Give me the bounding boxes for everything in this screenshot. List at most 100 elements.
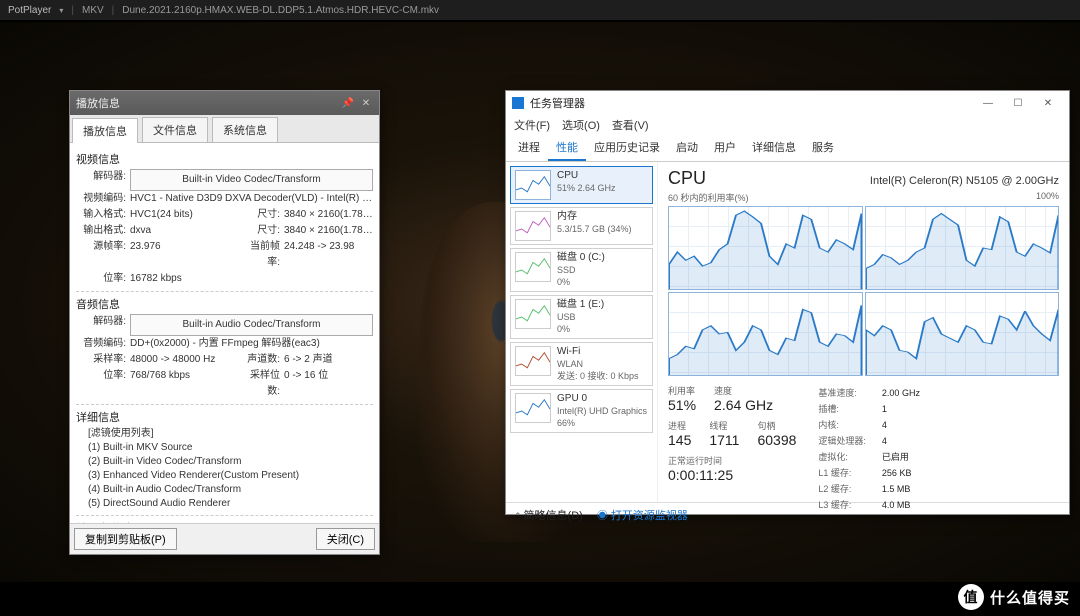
filter-list: [滤镜使用列表] (1) Built-in MKV Source (2) Bui… <box>76 427 373 511</box>
monitor-icon: ◉ <box>597 510 611 522</box>
dropdown-icon[interactable]: ▾ <box>59 6 63 15</box>
stat-线程: 线程1711 <box>709 419 739 448</box>
open-resource-monitor-link[interactable]: ◉ 打开资源监视器 <box>597 507 688 523</box>
cpu-core-0-graph <box>668 206 863 290</box>
menu-options[interactable]: 选项(O) <box>562 117 600 133</box>
filter-item: (5) DirectSound Audio Renderer <box>88 497 373 511</box>
value-input-size: 3840 × 2160(1.78:1) <box>284 207 373 223</box>
spec-row: 内核:4 <box>818 418 920 432</box>
cpu-model: Intel(R) Celeron(R) N5105 @ 2.00GHz <box>870 175 1059 187</box>
value-sample-rate: 48000 -> 48000 Hz <box>130 352 240 368</box>
fewer-details-link[interactable]: ⌃简略信息(D) <box>514 507 583 523</box>
menu-file[interactable]: 文件(F) <box>514 117 550 133</box>
cpu-core-graphs[interactable] <box>668 206 1059 376</box>
sidebar-item-cpu[interactable]: CPU51% 2.64 GHz <box>510 166 653 204</box>
perf-heading: CPU <box>668 168 706 189</box>
dialog-tabs: 播放信息 文件信息 系统信息 <box>70 115 379 143</box>
sparkline-icon <box>515 252 551 282</box>
tab-playback-info[interactable]: 播放信息 <box>72 118 138 143</box>
tab-processes[interactable]: 进程 <box>510 135 548 161</box>
stat-速度: 速度2.64 GHz <box>714 384 773 413</box>
sidebar-item-gpu-0[interactable]: GPU 0Intel(R) UHD Graphics66% <box>510 389 653 433</box>
tm-main-panel: CPU Intel(R) Celeron(R) N5105 @ 2.00GHz … <box>658 162 1069 502</box>
sidebar-item--1-e-[interactable]: 磁盘 1 (E:)USB0% <box>510 295 653 339</box>
filter-item: (2) Built-in Video Codec/Transform <box>88 455 373 469</box>
close-icon[interactable]: ✕ <box>359 96 373 110</box>
audio-section-header: 音频信息 <box>76 296 373 312</box>
dialog-titlebar[interactable]: 播放信息 📌 ✕ <box>70 91 379 115</box>
spec-row: L1 缓存:256 KB <box>818 466 920 480</box>
cpu-spec-table: 基准速度:2.00 GHz 插槽:1 内核:4 逻辑处理器:4 虚拟化:已启用 L1 缓存… <box>816 384 922 514</box>
graph-sub-left: 60 秒内的利用率(%) <box>668 191 749 204</box>
tab-performance[interactable]: 性能 <box>548 135 586 161</box>
chevron-up-icon: ⌃ <box>514 511 522 521</box>
copy-clipboard-button[interactable]: 复制到剪贴板(P) <box>74 528 177 550</box>
stat-进程: 进程145 <box>668 419 691 448</box>
sidebar-item--[interactable]: 内存5.3/15.7 GB (34%) <box>510 207 653 245</box>
value-sample-bits: 0 -> 16 位 <box>284 368 373 400</box>
value-audio-codec: DD+(0x2000) - 内置 FFmpeg 解码器(eac3) <box>130 336 373 352</box>
sparkline-icon <box>515 299 551 329</box>
spec-row: 虚拟化:已启用 <box>818 450 920 464</box>
playback-info-dialog: 播放信息 📌 ✕ 播放信息 文件信息 系统信息 视频信息 解码器: Built-… <box>69 90 380 555</box>
tm-title-text: 任务管理器 <box>530 95 585 111</box>
label-video-codec: 视频编码: <box>76 191 130 207</box>
tm-menubar: 文件(F) 选项(O) 查看(V) <box>506 115 1069 135</box>
cpu-core-1-graph <box>865 206 1060 290</box>
watermark-text: 什么值得买 <box>990 587 1070 608</box>
menu-view[interactable]: 查看(V) <box>612 117 649 133</box>
tm-sidebar: CPU51% 2.64 GHz内存5.3/15.7 GB (34%)磁盘 0 (… <box>506 162 658 502</box>
maximize-icon[interactable]: ☐ <box>1003 93 1033 113</box>
sidebar-item-wi-fi[interactable]: Wi-FiWLAN发送: 0 接收: 0 Kbps <box>510 342 653 386</box>
sparkline-icon <box>515 393 551 423</box>
tab-system-info[interactable]: 系统信息 <box>212 117 278 142</box>
minimize-icon[interactable]: — <box>973 93 1003 113</box>
spec-row: L2 缓存:1.5 MB <box>818 482 920 496</box>
spec-row: 插槽:1 <box>818 402 920 416</box>
spec-row: 逻辑处理器:4 <box>818 434 920 448</box>
tab-app-history[interactable]: 应用历史记录 <box>586 135 668 161</box>
cpu-core-2-graph <box>668 292 863 376</box>
spec-row: L3 缓存:4.0 MB <box>818 498 920 512</box>
sidebar-item--0-c-[interactable]: 磁盘 0 (C:)SSD0% <box>510 248 653 292</box>
tab-users[interactable]: 用户 <box>706 135 744 161</box>
pin-icon[interactable]: 📌 <box>341 96 355 110</box>
value-channels: 6 -> 2 声道 <box>284 352 373 368</box>
window-close-icon[interactable]: ✕ <box>1033 93 1063 113</box>
graph-sub-right: 100% <box>1036 191 1059 204</box>
tab-startup[interactable]: 启动 <box>668 135 706 161</box>
stream-format: MKV <box>82 5 104 16</box>
cpu-core-3-graph <box>865 292 1060 376</box>
watermark-icon: 值 <box>958 584 984 610</box>
tab-details[interactable]: 详细信息 <box>744 135 804 161</box>
stat-利用率: 利用率51% <box>668 384 696 413</box>
sparkline-icon <box>515 170 551 200</box>
sparkline-icon <box>515 346 551 376</box>
video-decoder-button[interactable]: Built-in Video Codec/Transform <box>130 169 373 191</box>
value-output-size: 3840 × 2160(1.78:1) <box>284 223 373 239</box>
uptime-value: 0:00:11:25 <box>668 467 796 483</box>
dialog-title: 播放信息 <box>76 95 120 111</box>
tm-titlebar[interactable]: 任务管理器 — ☐ ✕ <box>506 91 1069 115</box>
app-name[interactable]: PotPlayer <box>8 5 51 16</box>
filter-item: (4) Built-in Audio Codec/Transform <box>88 483 373 497</box>
close-button[interactable]: 关闭(C) <box>316 528 375 550</box>
video-section-header: 视频信息 <box>76 151 373 167</box>
tm-tabs: 进程 性能 应用历史记录 启动 用户 详细信息 服务 <box>506 135 1069 162</box>
value-current-fps: 24.248 -> 23.98 <box>284 239 373 271</box>
filter-item: (1) Built-in MKV Source <box>88 441 373 455</box>
player-titlebar: PotPlayer ▾ | MKV | Dune.2021.2160p.HMAX… <box>0 0 1080 20</box>
tab-services[interactable]: 服务 <box>804 135 842 161</box>
uptime-label: 正常运行时间 <box>668 454 796 467</box>
audio-decoder-button[interactable]: Built-in Audio Codec/Transform <box>130 314 373 336</box>
value-source-fps: 23.976 <box>130 239 240 271</box>
value-audio-bitrate: 768/768 kbps <box>130 368 240 400</box>
tab-file-info[interactable]: 文件信息 <box>142 117 208 142</box>
detail-section-header: 详细信息 <box>76 409 373 425</box>
value-output-format: dxva <box>130 223 240 239</box>
value-video-codec: HVC1 - Native D3D9 DXVA Decoder(VLD) - I… <box>130 191 373 207</box>
spec-row: 基准速度:2.00 GHz <box>818 386 920 400</box>
stat-句柄: 句柄60398 <box>757 419 796 448</box>
value-video-bitrate: 16782 kbps <box>130 271 373 287</box>
dialog-body: 视频信息 解码器: Built-in Video Codec/Transform… <box>70 143 379 523</box>
